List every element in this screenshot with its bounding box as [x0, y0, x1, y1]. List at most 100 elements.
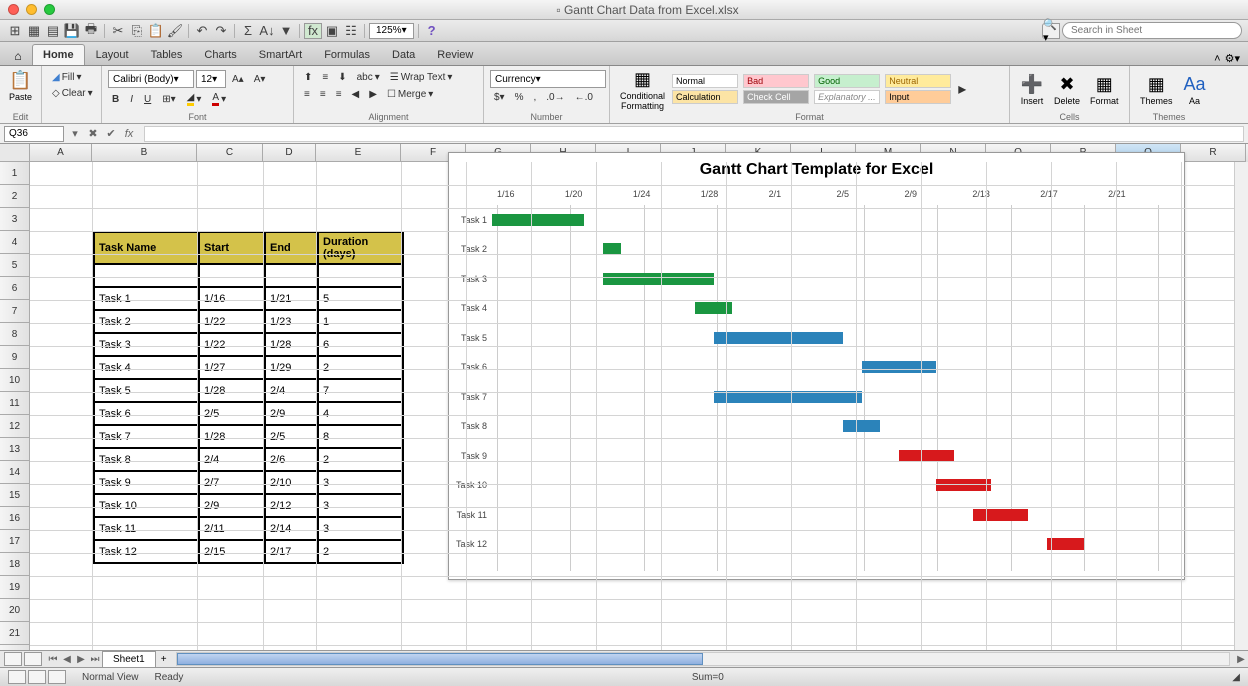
sheet-tab[interactable]: Sheet1 [102, 651, 156, 667]
style-check-cell[interactable]: Check Cell [743, 90, 809, 104]
row-header-11[interactable]: 11 [0, 392, 30, 415]
insert-cells-button[interactable]: ➕Insert [1016, 72, 1048, 106]
row-header-22[interactable]: 22 [0, 645, 30, 650]
wrap-text-button[interactable]: ☰ Wrap Text ▾ [386, 70, 457, 85]
increase-font-button[interactable]: A▴ [228, 70, 248, 88]
print-icon[interactable]: 🖶 [82, 23, 100, 39]
help-icon[interactable]: ? [423, 23, 441, 39]
zoom-window-button[interactable] [44, 4, 55, 15]
show-formula-icon[interactable]: ▣ [323, 23, 341, 39]
scroll-right-button[interactable]: ▶ [1234, 654, 1248, 665]
row-header-6[interactable]: 6 [0, 277, 30, 300]
sort-icon[interactable]: A↓ [258, 23, 276, 39]
style-normal[interactable]: Normal [672, 74, 738, 88]
close-window-button[interactable] [8, 4, 19, 15]
percent-button[interactable]: % [511, 90, 528, 105]
underline-button[interactable]: U [140, 90, 155, 108]
row-header-17[interactable]: 17 [0, 530, 30, 553]
autosum-icon[interactable]: Σ [239, 23, 257, 39]
row-header-20[interactable]: 20 [0, 599, 30, 622]
row-header-21[interactable]: 21 [0, 622, 30, 645]
gantt-chart[interactable]: Gantt Chart Template for Excel 1/161/201… [448, 152, 1185, 580]
fx-button[interactable]: fx [122, 127, 136, 141]
row-header-19[interactable]: 19 [0, 576, 30, 599]
ribbon-settings-icon[interactable]: ⚙▾ [1225, 52, 1240, 65]
styles-more-button[interactable]: ▸ [954, 77, 970, 101]
save-icon[interactable]: 💾 [63, 23, 81, 39]
column-header-D[interactable]: D [263, 144, 316, 162]
row-header-18[interactable]: 18 [0, 553, 30, 576]
add-sheet-button[interactable]: + [156, 654, 172, 665]
tab-review[interactable]: Review [426, 44, 484, 65]
tab-home[interactable]: Home [32, 44, 85, 65]
conditional-formatting-button[interactable]: ▦ ConditionalFormatting [616, 67, 669, 111]
row-header-2[interactable]: 2 [0, 185, 30, 208]
fx-icon[interactable]: fx [304, 23, 322, 39]
comma-button[interactable]: , [530, 90, 541, 105]
row-header-5[interactable]: 5 [0, 254, 30, 277]
paste-icon[interactable]: 📋 [147, 23, 165, 39]
copy-icon[interactable]: ⎘ [128, 23, 146, 39]
style-neutral[interactable]: Neutral [885, 74, 951, 88]
paste-button[interactable]: 📋 Paste [6, 68, 35, 102]
align-middle-button[interactable]: ≡ [318, 70, 332, 85]
row-header-8[interactable]: 8 [0, 323, 30, 346]
font-color-button[interactable]: A▾ [208, 90, 230, 108]
column-header-E[interactable]: E [316, 144, 401, 162]
row-header-1[interactable]: 1 [0, 162, 30, 185]
zoom-combo[interactable]: 125% ▾ [369, 23, 414, 39]
decrease-font-button[interactable]: A▾ [250, 70, 270, 88]
theme-fonts-button[interactable]: AaAa [1179, 72, 1211, 106]
row-header-14[interactable]: 14 [0, 461, 30, 484]
cancel-icon[interactable]: ✖ [86, 127, 100, 141]
orientation-button[interactable]: abc▾ [353, 70, 384, 85]
enter-icon[interactable]: ✔ [104, 127, 118, 141]
view-icon-3[interactable] [48, 670, 66, 684]
name-box[interactable]: Q36 [4, 126, 64, 142]
increase-decimal-button[interactable]: .0→ [542, 90, 568, 105]
page-layout-view-button[interactable] [24, 652, 42, 666]
home-icon-tab[interactable]: ⌂ [8, 47, 28, 65]
align-top-button[interactable]: ⬆ [300, 70, 316, 85]
row-header-13[interactable]: 13 [0, 438, 30, 461]
tab-formulas[interactable]: Formulas [313, 44, 381, 65]
number-format-combo[interactable]: Currency ▾ [490, 70, 606, 88]
column-header-R[interactable]: R [1181, 144, 1246, 162]
collapse-ribbon-button[interactable]: ˄ [1214, 53, 1220, 65]
row-header-3[interactable]: 3 [0, 208, 30, 231]
tab-tables[interactable]: Tables [140, 44, 194, 65]
cut-icon[interactable]: ✂ [109, 23, 127, 39]
indent-right-button[interactable]: ▶ [365, 87, 381, 102]
minimize-window-button[interactable] [26, 4, 37, 15]
tab-layout[interactable]: Layout [85, 44, 140, 65]
align-bottom-button[interactable]: ⬇ [334, 70, 350, 85]
style-input[interactable]: Input [885, 90, 951, 104]
decrease-decimal-button[interactable]: ←.0 [571, 90, 597, 105]
file-menu-icon[interactable]: ▦ [25, 23, 43, 39]
row-header-12[interactable]: 12 [0, 415, 30, 438]
style-calculation[interactable]: Calculation [672, 90, 738, 104]
cells-area[interactable]: Task NameStartEndDuration (days)Task 11/… [30, 162, 1248, 650]
column-header-C[interactable]: C [197, 144, 263, 162]
row-header-7[interactable]: 7 [0, 300, 30, 323]
column-header-B[interactable]: B [92, 144, 197, 162]
row-header-4[interactable]: 4 [0, 231, 30, 254]
font-name-combo[interactable]: Calibri (Body) ▾ [108, 70, 194, 88]
normal-view-button[interactable] [4, 652, 22, 666]
view-icon-1[interactable] [8, 670, 26, 684]
search-input[interactable] [1062, 22, 1242, 39]
row-header-15[interactable]: 15 [0, 484, 30, 507]
tab-smartart[interactable]: SmartArt [248, 44, 313, 65]
indent-left-button[interactable]: ◀ [348, 87, 364, 102]
toolbox-icon[interactable]: ☷ [342, 23, 360, 39]
currency-button[interactable]: $▾ [490, 90, 509, 105]
open-icon[interactable]: ▤ [44, 23, 62, 39]
prev-sheet-button[interactable]: ◀ [60, 654, 74, 665]
excel-icon[interactable]: ⊞ [6, 23, 24, 39]
formula-input[interactable] [144, 126, 1244, 142]
column-header-A[interactable]: A [30, 144, 92, 162]
row-header-9[interactable]: 9 [0, 346, 30, 369]
status-handle-icon[interactable]: ◢ [1232, 672, 1240, 683]
format-cells-button[interactable]: ▦Format [1086, 72, 1123, 106]
align-right-button[interactable]: ≡ [332, 87, 346, 102]
